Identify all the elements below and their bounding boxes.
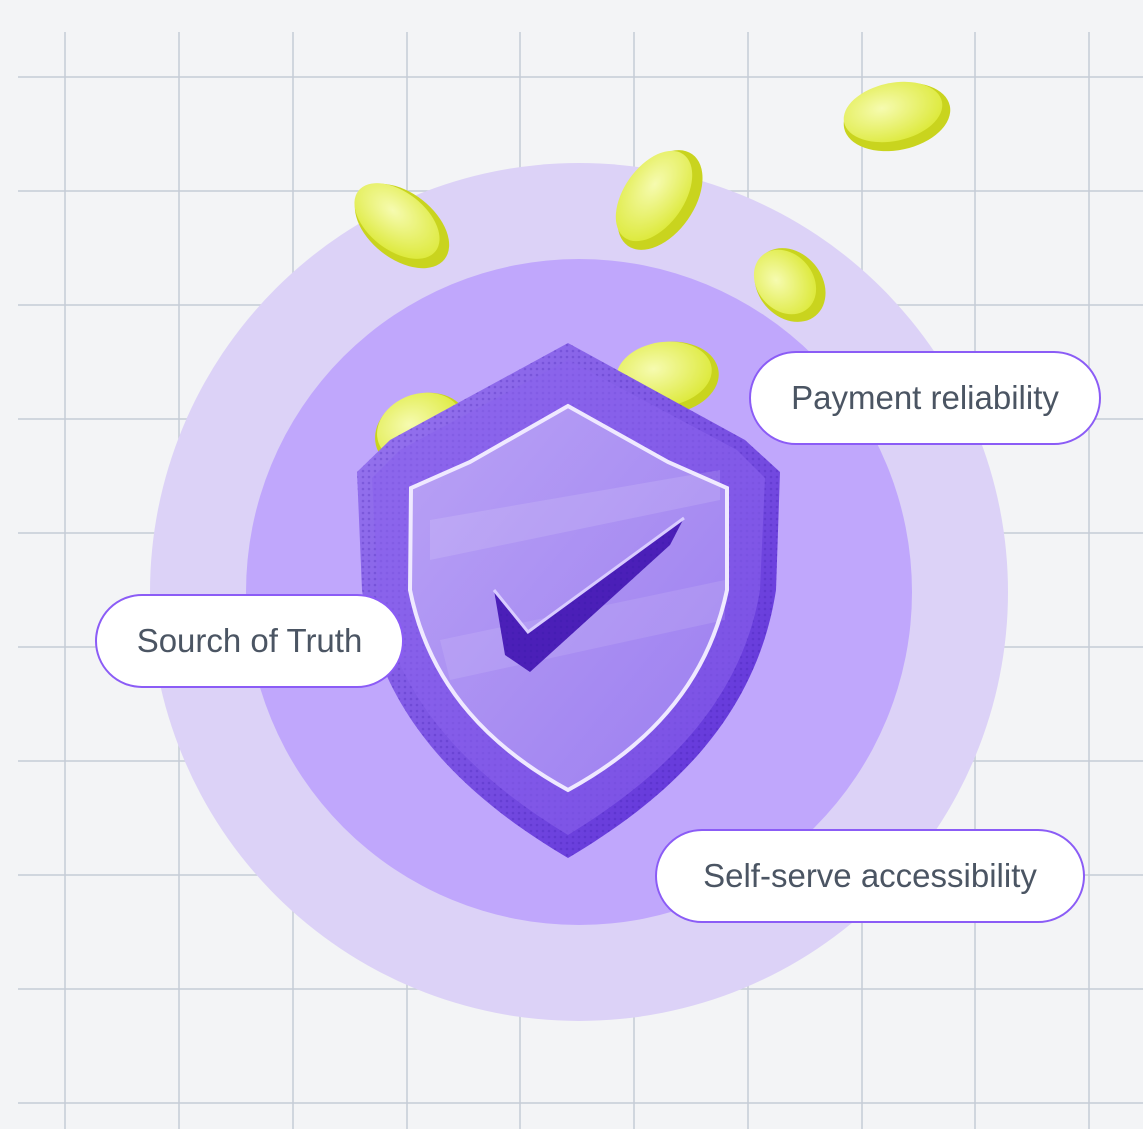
source-of-truth-pill: Sourch of Truth — [95, 594, 404, 688]
self-serve-accessibility-label: Self-serve accessibility — [703, 857, 1037, 894]
payment-reliability-pill: Payment reliability — [749, 351, 1101, 445]
self-serve-accessibility-pill: Self-serve accessibility — [655, 829, 1085, 923]
coin-icon — [843, 81, 951, 152]
source-of-truth-label: Sourch of Truth — [136, 622, 363, 659]
illustration — [18, 32, 1143, 1129]
payment-reliability-label: Payment reliability — [791, 379, 1059, 416]
